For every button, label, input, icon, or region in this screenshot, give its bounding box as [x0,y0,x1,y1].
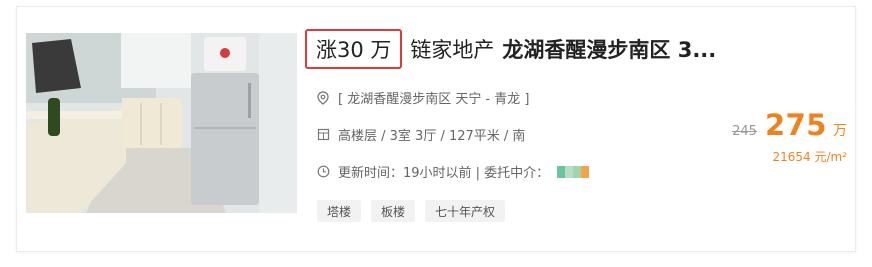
old-price: 245 [732,124,757,139]
location-text[interactable]: [ 龙湖香醒漫步南区 天宁 - 青龙 ] [338,88,530,107]
price-unit: 万 [833,123,847,139]
building-icon [316,128,330,142]
tag-item: 塔楼 [317,200,362,222]
listing-title-row: 涨30 万 链家地产 龙湖香醒漫步南区 3... [305,26,785,72]
clock-icon [316,165,330,179]
listing-title[interactable]: 龙湖香醒漫步南区 3... [502,34,716,64]
tag-item: 板楼 [371,200,416,222]
price-row: 245 275 万 [732,108,847,142]
total-price: 275 [764,108,827,142]
listing-photo[interactable] [26,33,297,213]
location-line: [ 龙湖香醒漫步南区 天宁 - 青龙 ] [316,88,530,107]
agent-avatar-mosaic [557,165,590,178]
update-info-text: 更新时间：19小时以前 | 委托中介： [338,166,550,181]
location-pin-icon [316,90,330,105]
price-block: 245 275 万 21654 元/m² [732,108,847,165]
tag-list: 塔楼 板楼 七十年产权 [317,200,506,222]
unit-price: 21654 元/m² [772,150,847,164]
agency-name: 链家地产 [410,38,495,62]
house-info-text: 高楼层 / 3室 3厅 / 127平米 / 南 [338,129,526,144]
update-info-line: 更新时间：19小时以前 | 委托中介： [316,162,590,181]
tag-item: 七十年产权 [425,200,506,222]
price-change-badge: 涨30 万 [305,29,403,69]
house-info-line: 高楼层 / 3室 3厅 / 127平米 / 南 [316,125,525,144]
